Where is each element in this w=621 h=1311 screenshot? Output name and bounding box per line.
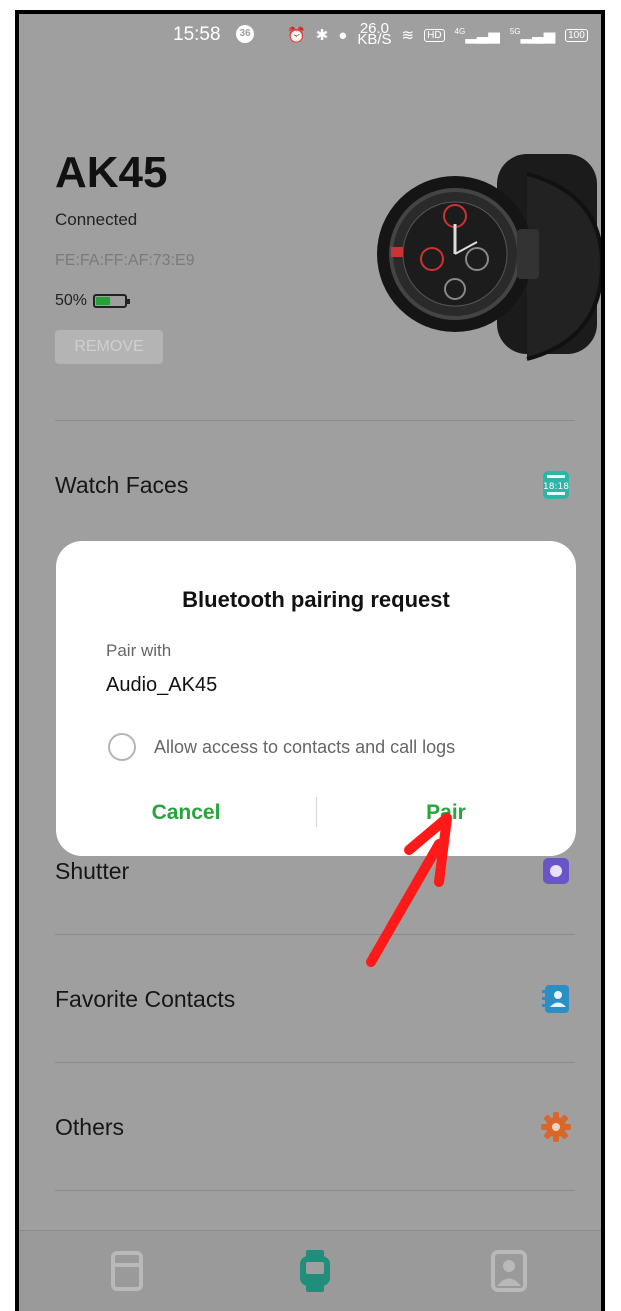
notification-badge: 36 <box>236 25 254 43</box>
watch-icon[interactable] <box>295 1249 335 1293</box>
device-name: AK45 <box>55 148 168 197</box>
pairing-dialog: Bluetooth pairing request Pair with Audi… <box>56 541 576 856</box>
divider <box>55 420 575 421</box>
watch-image <box>377 154 601 361</box>
svg-text:18:18: 18:18 <box>543 482 569 492</box>
divider <box>55 934 575 935</box>
device-battery: 50% <box>55 292 131 310</box>
annotation-arrow <box>366 813 452 967</box>
bottom-nav <box>19 1230 601 1311</box>
signal-sim2-icon: 5G▂▃▅ <box>509 27 556 44</box>
device-mac-address: FE:FA:FF:AF:73:E9 <box>55 252 195 269</box>
menu-others[interactable]: Others <box>55 1098 575 1158</box>
signal-sim1-icon: 4G▂▃▅ <box>454 27 500 44</box>
divider <box>55 1062 575 1063</box>
menu-others-label: Others <box>55 1114 125 1140</box>
battery-percent: 50% <box>55 292 88 309</box>
camera-icon <box>543 858 569 884</box>
menu-watch-faces[interactable]: Watch Faces 18:18 <box>55 456 575 516</box>
battery-icon <box>93 294 131 308</box>
wifi-icon: ≋ <box>401 27 415 44</box>
phone-screen: 15:58 36 ⏰ ✱ ● 26.0 KB/S ≋ HD 4G▂▃▅ 5G▂▃▅… <box>15 10 605 1311</box>
location-icon: ● <box>338 26 348 44</box>
card-icon[interactable] <box>107 1249 147 1293</box>
menu-favorite-contacts[interactable]: Favorite Contacts <box>55 970 575 1030</box>
profile-icon[interactable] <box>489 1249 529 1293</box>
watch-face-icon: 18:18 <box>543 471 569 499</box>
contacts-access-label[interactable]: Allow access to contacts and call logs <box>154 737 455 758</box>
alarm-icon: ⏰ <box>287 27 306 44</box>
network-speed: 26.0 KB/S <box>357 20 392 48</box>
menu-watch-faces-label: Watch Faces <box>55 472 189 498</box>
hd-icon: HD <box>424 28 445 42</box>
contacts-access-checkbox[interactable] <box>108 733 136 761</box>
cancel-button[interactable]: Cancel <box>86 793 286 833</box>
gear-icon <box>541 1112 571 1142</box>
button-separator <box>316 797 317 827</box>
contacts-book-icon <box>542 985 569 1013</box>
pair-with-label: Pair with <box>106 641 172 660</box>
menu-shutter-label: Shutter <box>55 858 130 884</box>
menu-favorite-contacts-label: Favorite Contacts <box>55 986 236 1012</box>
divider <box>55 1190 575 1191</box>
remove-button[interactable]: REMOVE <box>55 330 163 364</box>
dialog-title: Bluetooth pairing request <box>182 587 450 612</box>
status-icons: ⏰ ✱ ● 26.0 KB/S ≋ HD 4G▂▃▅ 5G▂▃▅ 100 <box>287 20 588 48</box>
bluetooth-icon: ✱ <box>315 27 329 44</box>
status-time: 15:58 <box>173 24 221 45</box>
battery-status-icon: 100 <box>565 28 588 42</box>
status-bar: 15:58 36 ⏰ ✱ ● 26.0 KB/S ≋ HD 4G▂▃▅ 5G▂▃▅… <box>19 14 601 74</box>
connection-status: Connected <box>55 210 138 229</box>
pair-device-name: Audio_AK45 <box>106 674 218 696</box>
